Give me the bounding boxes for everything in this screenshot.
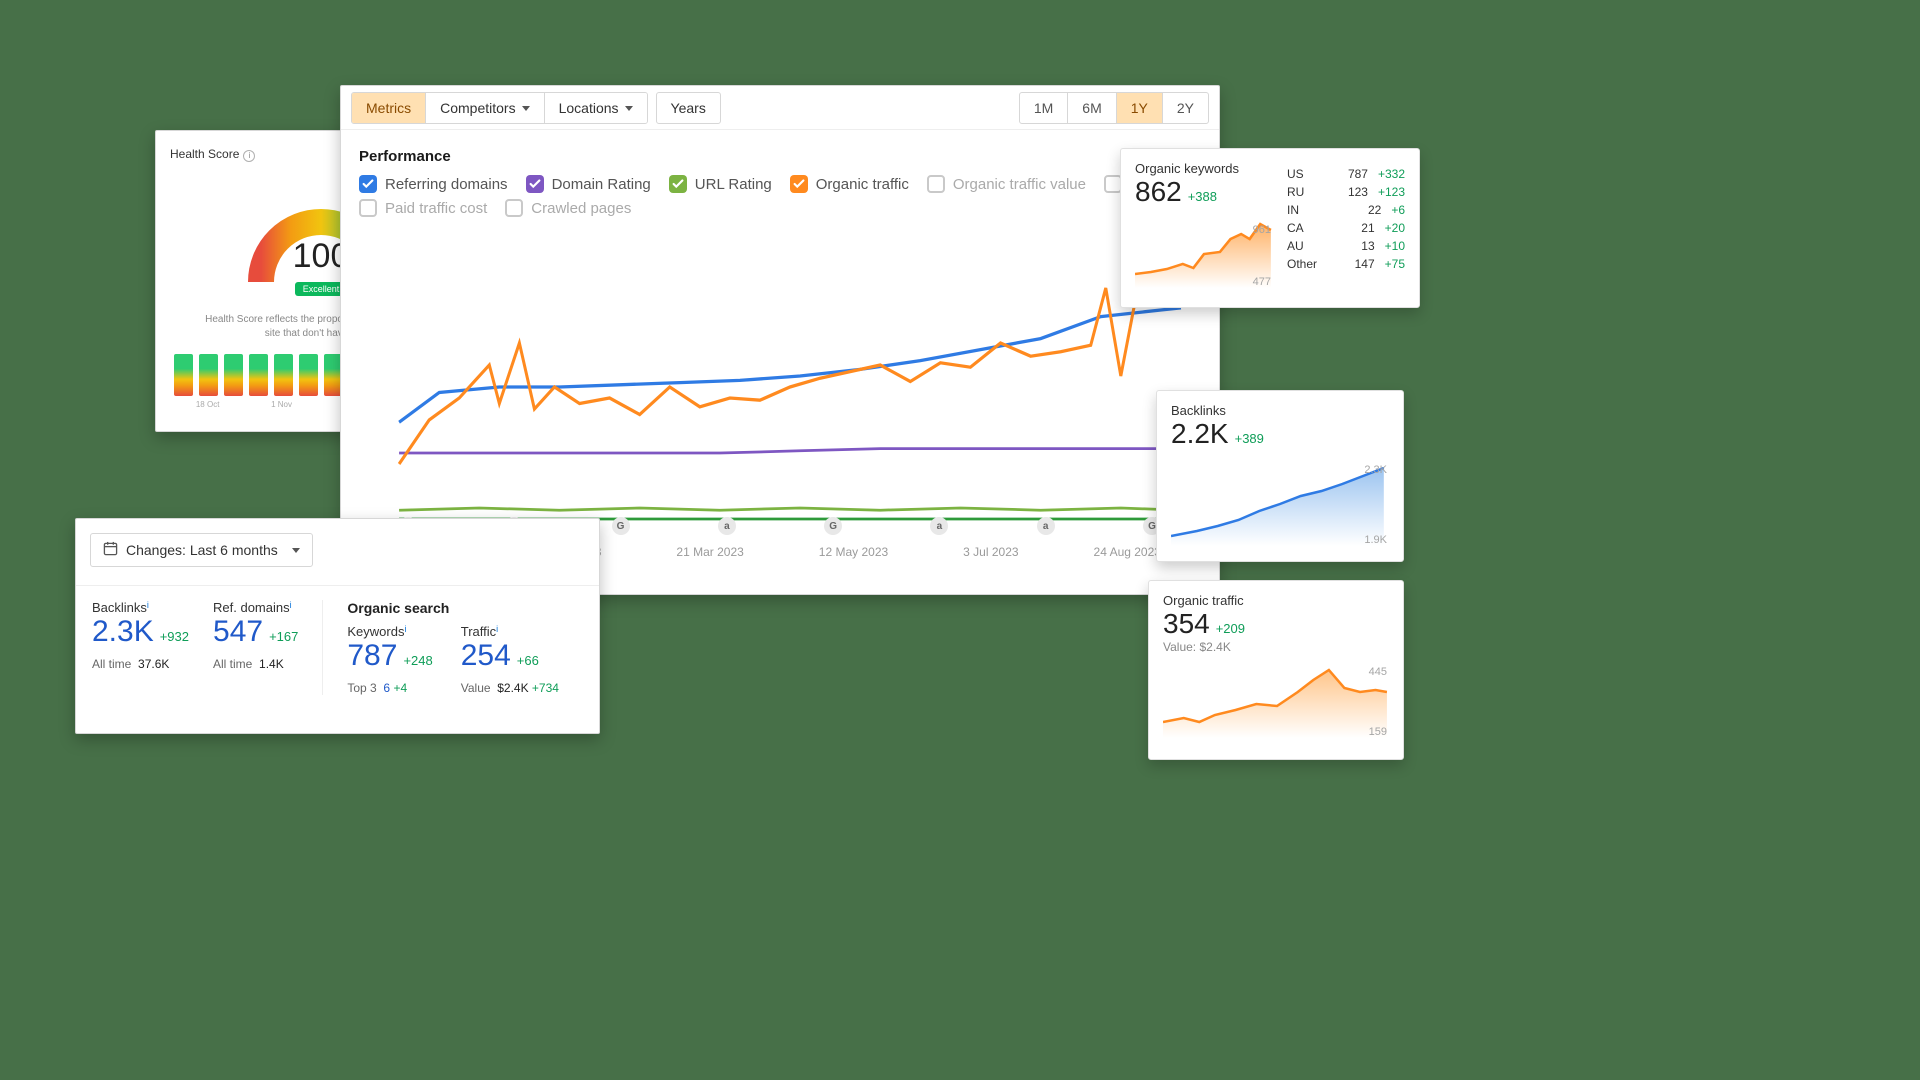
otraf-value-sub: Value: $2.4K xyxy=(1163,640,1389,654)
range-2y[interactable]: 2Y xyxy=(1162,93,1208,123)
chevron-down-icon xyxy=(522,106,530,111)
info-icon[interactable]: i xyxy=(243,150,255,162)
changes-label: Changes: Last 6 months xyxy=(126,542,278,558)
view-tabs: Metrics Competitors Locations xyxy=(351,92,648,124)
metric-ref-domains[interactable]: Ref. domainsi 547+167 All time 1.4K xyxy=(213,600,322,695)
marker-icon: a xyxy=(718,517,736,535)
changes-dropdown[interactable]: Changes: Last 6 months xyxy=(90,533,313,567)
range-6m[interactable]: 6M xyxy=(1067,93,1115,123)
legend-organic-traffic-value[interactable]: Organic traffic value xyxy=(927,175,1086,193)
tab-locations[interactable]: Locations xyxy=(544,93,647,123)
legend-crawled[interactable]: Crawled pages xyxy=(505,199,631,217)
metric-backlinks[interactable]: Backlinksi 2.3K+932 All time 37.6K xyxy=(92,600,213,695)
okw-title: Organic keywords xyxy=(1135,161,1273,176)
info-icon: i xyxy=(404,624,406,634)
legend-url-rating[interactable]: URL Rating xyxy=(669,175,772,193)
legend-domain-rating[interactable]: Domain Rating xyxy=(526,175,651,193)
performance-chart: G G G a G a a G 7 Dec 202228 Jan 2023 21… xyxy=(359,233,1201,563)
info-icon: i xyxy=(290,600,292,610)
otraf-sparkline: 445 159 xyxy=(1163,660,1389,738)
organic-keywords-card[interactable]: Organic keywords 862+388 961 477 US787+3… xyxy=(1120,148,1420,308)
toolbar: Metrics Competitors Locations Years 1M 6… xyxy=(341,86,1219,130)
marker-icon: G xyxy=(612,517,630,535)
okw-sparkline: 961 477 xyxy=(1135,214,1273,288)
legend-paid-cost[interactable]: Paid traffic cost xyxy=(359,199,487,217)
legend-organic-traffic[interactable]: Organic traffic xyxy=(790,175,909,193)
tab-years[interactable]: Years xyxy=(656,92,721,124)
metric-traffic[interactable]: Traffici 254+66 Value $2.4K +734 xyxy=(461,624,559,695)
changes-card: Changes: Last 6 months Backlinksi 2.3K+9… xyxy=(75,518,600,734)
info-icon: i xyxy=(496,624,498,634)
backl-sparkline: 2.3K 1.9K xyxy=(1171,456,1389,546)
metric-keywords[interactable]: Keywordsi 787+248 Top 3 6 +4 xyxy=(347,624,432,695)
performance-title: Performance xyxy=(341,130,1219,175)
calendar-icon xyxy=(103,541,118,559)
okw-country-list: US787+332 RU123+123 IN22+6 CA21+20 AU13+… xyxy=(1287,165,1405,295)
chevron-down-icon xyxy=(292,548,300,553)
legend: Referring domains Domain Rating URL Rati… xyxy=(341,175,1219,225)
marker-icon: G xyxy=(824,517,842,535)
marker-icon: a xyxy=(1037,517,1055,535)
organic-search-title: Organic search xyxy=(347,600,559,616)
legend-referring-domains[interactable]: Referring domains xyxy=(359,175,508,193)
range-1m[interactable]: 1M xyxy=(1020,93,1067,123)
info-icon: i xyxy=(147,600,149,610)
tab-metrics[interactable]: Metrics xyxy=(352,93,425,123)
backlinks-card[interactable]: Backlinks 2.2K+389 2.3K 1.9K xyxy=(1156,390,1404,562)
tab-competitors[interactable]: Competitors xyxy=(425,93,543,123)
organic-traffic-card[interactable]: Organic traffic 354+209 Value: $2.4K 445… xyxy=(1148,580,1404,760)
marker-icon: a xyxy=(930,517,948,535)
backl-title: Backlinks xyxy=(1171,403,1389,418)
range-1y[interactable]: 1Y xyxy=(1116,93,1162,123)
chevron-down-icon xyxy=(625,106,633,111)
range-picker: 1M 6M 1Y 2Y xyxy=(1019,92,1209,124)
otraf-title: Organic traffic xyxy=(1163,593,1389,608)
